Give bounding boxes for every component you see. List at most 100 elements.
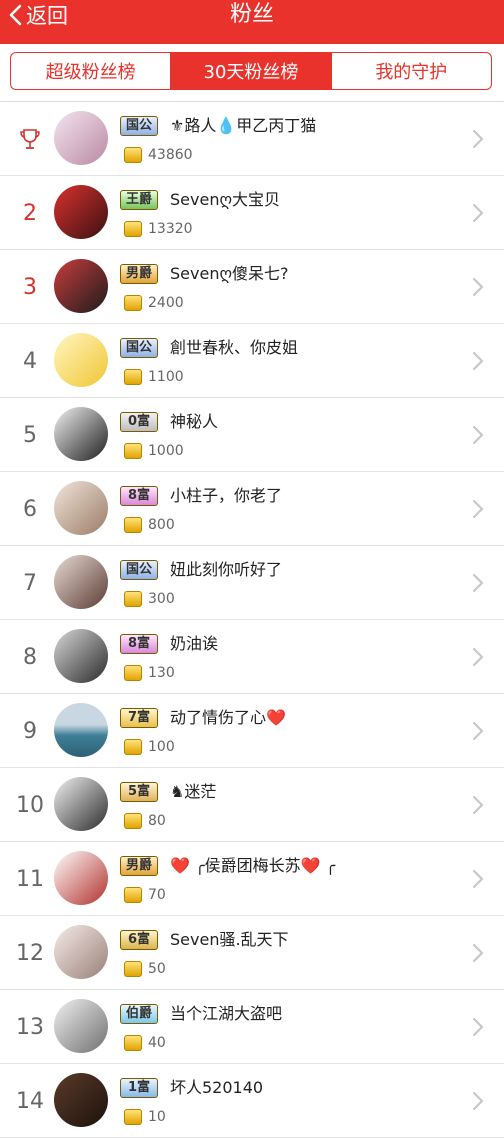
coin-value: 50 [148,961,166,977]
fan-name: ♞迷茫 [170,782,217,801]
tab-my-guardians[interactable]: 我的守护 [332,53,491,89]
list-item[interactable]: 8 8富 奶油诶 130 [0,620,504,694]
coin-value: 70 [148,887,166,903]
chevron-right-icon [472,1017,484,1037]
tab-super-fans[interactable]: 超级粉丝榜 [11,53,172,89]
avatar[interactable] [54,555,108,609]
avatar[interactable] [54,629,108,683]
list-item[interactable]: 6 8富 小柱子，你老了 800 [0,472,504,546]
level-badge: 5富 [120,782,158,802]
coin-icon [124,813,142,829]
coin-icon [124,665,142,681]
coin-value: 300 [148,591,175,607]
list-item[interactable]: 国公 ⚜路人💧甲乙丙丁猫 43860 [0,102,504,176]
fan-name: Seven骚.乱天下 [170,930,289,949]
coin-count: 70 [124,886,166,904]
rank-number: 7 [23,570,37,596]
avatar[interactable] [54,481,108,535]
coin-value: 130 [148,665,175,681]
coin-icon [124,961,142,977]
coin-count: 43860 [124,146,193,164]
level-badge: 8富 [120,634,158,654]
chevron-right-icon [472,499,484,519]
fan-name: 小柱子，你老了 [170,486,283,505]
coin-value: 43860 [148,147,193,163]
fan-name: 坏人520140 [170,1078,264,1097]
coin-icon [124,1035,142,1051]
avatar[interactable] [54,111,108,165]
list-item[interactable]: 12 6富 Seven骚.乱天下 50 [0,916,504,990]
rank-number: 11 [16,866,44,892]
coin-icon [124,443,142,459]
avatar[interactable] [54,185,108,239]
fan-name: ⚜路人💧甲乙丙丁猫 [170,116,317,135]
avatar[interactable] [54,777,108,831]
list-item[interactable]: 2 王爵 Sevenღ大宝贝 13320 [0,176,504,250]
rank-number: 10 [16,792,44,818]
coin-value: 13320 [148,221,193,237]
coin-count: 1100 [124,368,184,386]
level-badge: 国公 [120,338,158,358]
trophy-icon [20,129,40,149]
coin-icon [124,887,142,903]
list-item[interactable]: 14 1富 坏人520140 10 [0,1064,504,1138]
rank-number: 4 [23,348,37,374]
list-item[interactable]: 5 0富 神秘人 1000 [0,398,504,472]
coin-value: 1100 [148,369,184,385]
rank-number: 6 [23,496,37,522]
coin-count: 40 [124,1034,166,1052]
tab-30-day-fans[interactable]: 30天粉丝榜 [171,53,332,89]
rank-number: 13 [16,1014,44,1040]
rank-number: 3 [23,274,37,300]
list-item[interactable]: 7 国公 妞此刻你听好了 300 [0,546,504,620]
chevron-right-icon [472,277,484,297]
chevron-right-icon [472,721,484,741]
list-item[interactable]: 13 伯爵 当个江湖大盗吧 40 [0,990,504,1064]
fan-name: Sevenღ大宝贝 [170,190,281,209]
level-badge: 国公 [120,116,158,136]
avatar[interactable] [54,999,108,1053]
level-badge: 国公 [120,560,158,580]
coin-icon [124,1109,142,1125]
avatar[interactable] [54,925,108,979]
coin-value: 80 [148,813,166,829]
avatar[interactable] [54,407,108,461]
level-badge: 0富 [120,412,158,432]
coin-icon [124,369,142,385]
chevron-right-icon [472,129,484,149]
fan-name: Sevenღ傻呆七? [170,264,289,283]
chevron-right-icon [472,203,484,223]
list-item[interactable]: 9 7富 动了情伤了心❤️ 100 [0,694,504,768]
level-badge: 男爵 [120,856,158,876]
fan-list: 国公 ⚜路人💧甲乙丙丁猫 43860 2 王爵 Sevenღ大宝贝 13320 3 男爵 Seve… [0,102,504,1138]
avatar[interactable] [54,851,108,905]
coin-count: 2400 [124,294,184,312]
list-item[interactable]: 11 男爵 ❤️ ╭侯爵团梅长苏❤️ ╭ 70 [0,842,504,916]
chevron-right-icon [472,869,484,889]
avatar[interactable] [54,1073,108,1127]
list-item[interactable]: 4 国公 創世春秋、你皮姐 1100 [0,324,504,398]
list-item[interactable]: 10 5富 ♞迷茫 80 [0,768,504,842]
coin-icon [124,591,142,607]
list-item[interactable]: 3 男爵 Sevenღ傻呆七? 2400 [0,250,504,324]
avatar[interactable] [54,703,108,757]
coin-value: 40 [148,1035,166,1051]
coin-icon [124,517,142,533]
chevron-right-icon [472,795,484,815]
top-nav-bar: 返回 粉丝 [0,0,504,44]
fan-name: 妞此刻你听好了 [170,560,283,579]
fan-ranking-tabs: 超级粉丝榜 30天粉丝榜 我的守护 [10,52,492,90]
coin-icon [124,147,142,163]
chevron-right-icon [472,1091,484,1111]
coin-value: 800 [148,517,175,533]
coin-value: 2400 [148,295,184,311]
coin-count: 130 [124,664,175,682]
avatar[interactable] [54,333,108,387]
rank-number: 12 [16,940,44,966]
rank-number: 9 [23,718,37,744]
coin-icon [124,221,142,237]
chevron-right-icon [472,351,484,371]
page-title: 粉丝 [229,2,274,27]
chevron-right-icon [472,425,484,445]
avatar[interactable] [54,259,108,313]
